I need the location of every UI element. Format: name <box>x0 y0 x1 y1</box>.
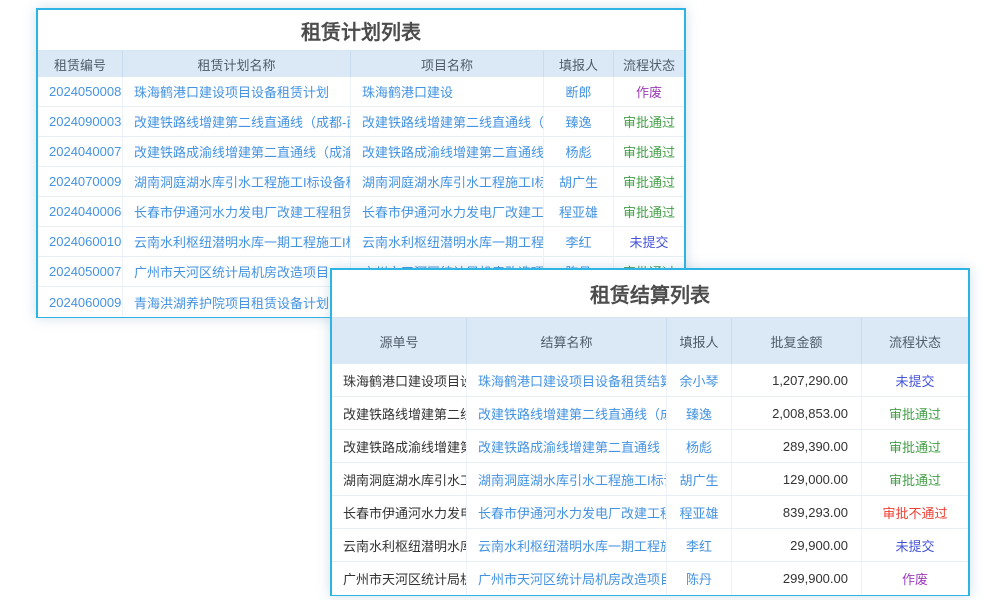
status-badge: 审批通过 <box>614 167 684 196</box>
cell-reporter[interactable]: 杨彪 <box>544 137 614 166</box>
rental-settlement-panel: 租赁结算列表 源单号 结算名称 填报人 批复金额 流程状态 珠海鹤港口建设项目设… <box>330 268 970 596</box>
cell-project-name-link[interactable]: 云南水利枢纽潜明水库一期工程施工I标 <box>351 227 544 256</box>
cell-approved-amount: 839,293.00 <box>732 496 862 528</box>
status-badge: 审批通过 <box>862 397 968 429</box>
cell-reporter[interactable]: 李红 <box>544 227 614 256</box>
cell-approved-amount: 29,900.00 <box>732 529 862 561</box>
cell-plan-name-link[interactable]: 长春市伊通河水力发电厂改建工程租赁设... <box>123 197 351 226</box>
cell-approved-amount: 2,008,853.00 <box>732 397 862 429</box>
rental-plan-header-row: 租赁编号 租赁计划名称 项目名称 填报人 流程状态 <box>38 51 684 77</box>
cell-plan-name-link[interactable]: 珠海鹤港口建设项目设备租赁计划 <box>123 77 351 106</box>
cell-rental-id[interactable]: 2024040006 <box>38 197 123 226</box>
rental-settlement-table-body: 珠海鹤港口建设项目设备... 珠海鹤港口建设项目设备租赁结算 余小琴 1,207… <box>332 364 968 595</box>
cell-project-name-link[interactable]: 改建铁路线增建第二线直通线（成都-... <box>351 107 544 136</box>
cell-plan-name-link[interactable]: 广州市天河区统计局机房改造项目 <box>123 257 351 286</box>
cell-project-name-link[interactable]: 改建铁路成渝线增建第二直通线（成... <box>351 137 544 166</box>
cell-source-no: 湖南洞庭湖水库引水工程... <box>332 463 467 495</box>
cell-source-no: 广州市天河区统计局机房... <box>332 562 467 595</box>
cell-reporter[interactable]: 程亚雄 <box>667 496 732 528</box>
table-row[interactable]: 湖南洞庭湖水库引水工程... 湖南洞庭湖水库引水工程施工I标设备... 胡广生 … <box>332 463 968 496</box>
table-row[interactable]: 2024090003 改建铁路线增建第二线直通线（成都-西安... 改建铁路线增… <box>38 107 684 137</box>
cell-reporter[interactable]: 李红 <box>667 529 732 561</box>
cell-rental-id[interactable]: 2024070009 <box>38 167 123 196</box>
cell-project-name-link[interactable]: 长春市伊通河水力发电厂改建工程 <box>351 197 544 226</box>
cell-reporter[interactable]: 断郎 <box>544 77 614 106</box>
cell-plan-name-link[interactable]: 湖南洞庭湖水库引水工程施工I标设备租赁... <box>123 167 351 196</box>
status-badge: 未提交 <box>862 529 968 561</box>
cell-approved-amount: 129,000.00 <box>732 463 862 495</box>
cell-rental-id[interactable]: 2024060010 <box>38 227 123 256</box>
cell-source-no: 改建铁路线增建第二线直... <box>332 397 467 429</box>
status-badge: 未提交 <box>862 364 968 396</box>
cell-rental-id[interactable]: 2024060009 <box>38 287 123 317</box>
cell-rental-id[interactable]: 2024090003 <box>38 107 123 136</box>
column-header-reporter: 填报人 <box>544 51 614 77</box>
cell-settlement-name-link[interactable]: 珠海鹤港口建设项目设备租赁结算 <box>467 364 667 396</box>
column-header-reporter: 填报人 <box>667 318 732 364</box>
cell-project-name-link[interactable]: 湖南洞庭湖水库引水工程施工I标 <box>351 167 544 196</box>
table-row[interactable]: 2024070009 湖南洞庭湖水库引水工程施工I标设备租赁... 湖南洞庭湖水… <box>38 167 684 197</box>
table-row[interactable]: 2024040007 改建铁路成渝线增建第二直通线（成渝枢... 改建铁路成渝线… <box>38 137 684 167</box>
cell-plan-name-link[interactable]: 云南水利枢纽潜明水库一期工程施工I标租... <box>123 227 351 256</box>
cell-project-name-link[interactable]: 珠海鹤港口建设 <box>351 77 544 106</box>
table-row[interactable]: 2024060010 云南水利枢纽潜明水库一期工程施工I标租... 云南水利枢纽… <box>38 227 684 257</box>
column-header-approved-amount: 批复金额 <box>732 318 862 364</box>
cell-rental-id[interactable]: 2024050007 <box>38 257 123 286</box>
cell-approved-amount: 289,390.00 <box>732 430 862 462</box>
cell-reporter[interactable]: 胡广生 <box>667 463 732 495</box>
cell-source-no: 珠海鹤港口建设项目设备... <box>332 364 467 396</box>
cell-approved-amount: 299,900.00 <box>732 562 862 595</box>
column-header-settlement-name: 结算名称 <box>467 318 667 364</box>
table-row[interactable]: 广州市天河区统计局机房... 广州市天河区统计局机房改造项目 陈丹 299,90… <box>332 562 968 595</box>
cell-settlement-name-link[interactable]: 改建铁路成渝线增建第二直通线（成渝... <box>467 430 667 462</box>
cell-reporter[interactable]: 陈丹 <box>667 562 732 595</box>
cell-rental-id[interactable]: 2024050008 <box>38 77 123 106</box>
status-badge: 审批通过 <box>614 107 684 136</box>
status-badge: 审批通过 <box>862 463 968 495</box>
cell-source-no: 云南水利枢纽潜明水库一... <box>332 529 467 561</box>
cell-source-no: 改建铁路成渝线增建第二... <box>332 430 467 462</box>
column-header-status: 流程状态 <box>862 318 968 364</box>
cell-rental-id[interactable]: 2024040007 <box>38 137 123 166</box>
cell-reporter[interactable]: 臻逸 <box>667 397 732 429</box>
status-badge: 审批不通过 <box>862 496 968 528</box>
cell-reporter[interactable]: 余小琴 <box>667 364 732 396</box>
cell-source-no: 长春市伊通河水力发电厂... <box>332 496 467 528</box>
cell-reporter[interactable]: 臻逸 <box>544 107 614 136</box>
cell-reporter[interactable]: 胡广生 <box>544 167 614 196</box>
status-badge: 作废 <box>862 562 968 595</box>
table-row[interactable]: 改建铁路成渝线增建第二... 改建铁路成渝线增建第二直通线（成渝... 杨彪 2… <box>332 430 968 463</box>
cell-settlement-name-link[interactable]: 湖南洞庭湖水库引水工程施工I标设备... <box>467 463 667 495</box>
status-badge: 审批通过 <box>614 137 684 166</box>
cell-plan-name-link[interactable]: 改建铁路线增建第二线直通线（成都-西安... <box>123 107 351 136</box>
status-badge: 未提交 <box>614 227 684 256</box>
table-row[interactable]: 云南水利枢纽潜明水库一... 云南水利枢纽潜明水库一期工程施工I... 李红 2… <box>332 529 968 562</box>
cell-reporter[interactable]: 杨彪 <box>667 430 732 462</box>
rental-settlement-header-row: 源单号 结算名称 填报人 批复金额 流程状态 <box>332 318 968 364</box>
status-badge: 作废 <box>614 77 684 106</box>
column-header-source-no: 源单号 <box>332 318 467 364</box>
cell-settlement-name-link[interactable]: 广州市天河区统计局机房改造项目 <box>467 562 667 595</box>
cell-approved-amount: 1,207,290.00 <box>732 364 862 396</box>
cell-settlement-name-link[interactable]: 改建铁路线增建第二线直通线（成都-... <box>467 397 667 429</box>
cell-plan-name-link[interactable]: 青海洪湖养护院项目租赁设备计划 <box>123 287 351 317</box>
column-header-plan-name: 租赁计划名称 <box>123 51 351 77</box>
cell-reporter[interactable]: 程亚雄 <box>544 197 614 226</box>
column-header-project-name: 项目名称 <box>351 51 544 77</box>
table-row[interactable]: 2024050008 珠海鹤港口建设项目设备租赁计划 珠海鹤港口建设 断郎 作废 <box>38 77 684 107</box>
status-badge: 审批通过 <box>614 197 684 226</box>
cell-settlement-name-link[interactable]: 云南水利枢纽潜明水库一期工程施工I... <box>467 529 667 561</box>
rental-settlement-title: 租赁结算列表 <box>332 270 968 318</box>
column-header-rental-id: 租赁编号 <box>38 51 123 77</box>
cell-settlement-name-link[interactable]: 长春市伊通河水力发电厂改建工程租赁... <box>467 496 667 528</box>
table-row[interactable]: 长春市伊通河水力发电厂... 长春市伊通河水力发电厂改建工程租赁... 程亚雄 … <box>332 496 968 529</box>
column-header-status: 流程状态 <box>614 51 684 77</box>
cell-plan-name-link[interactable]: 改建铁路成渝线增建第二直通线（成渝枢... <box>123 137 351 166</box>
table-row[interactable]: 珠海鹤港口建设项目设备... 珠海鹤港口建设项目设备租赁结算 余小琴 1,207… <box>332 364 968 397</box>
table-row[interactable]: 2024040006 长春市伊通河水力发电厂改建工程租赁设... 长春市伊通河水… <box>38 197 684 227</box>
table-row[interactable]: 改建铁路线增建第二线直... 改建铁路线增建第二线直通线（成都-... 臻逸 2… <box>332 397 968 430</box>
rental-plan-title: 租赁计划列表 <box>38 10 684 51</box>
status-badge: 审批通过 <box>862 430 968 462</box>
